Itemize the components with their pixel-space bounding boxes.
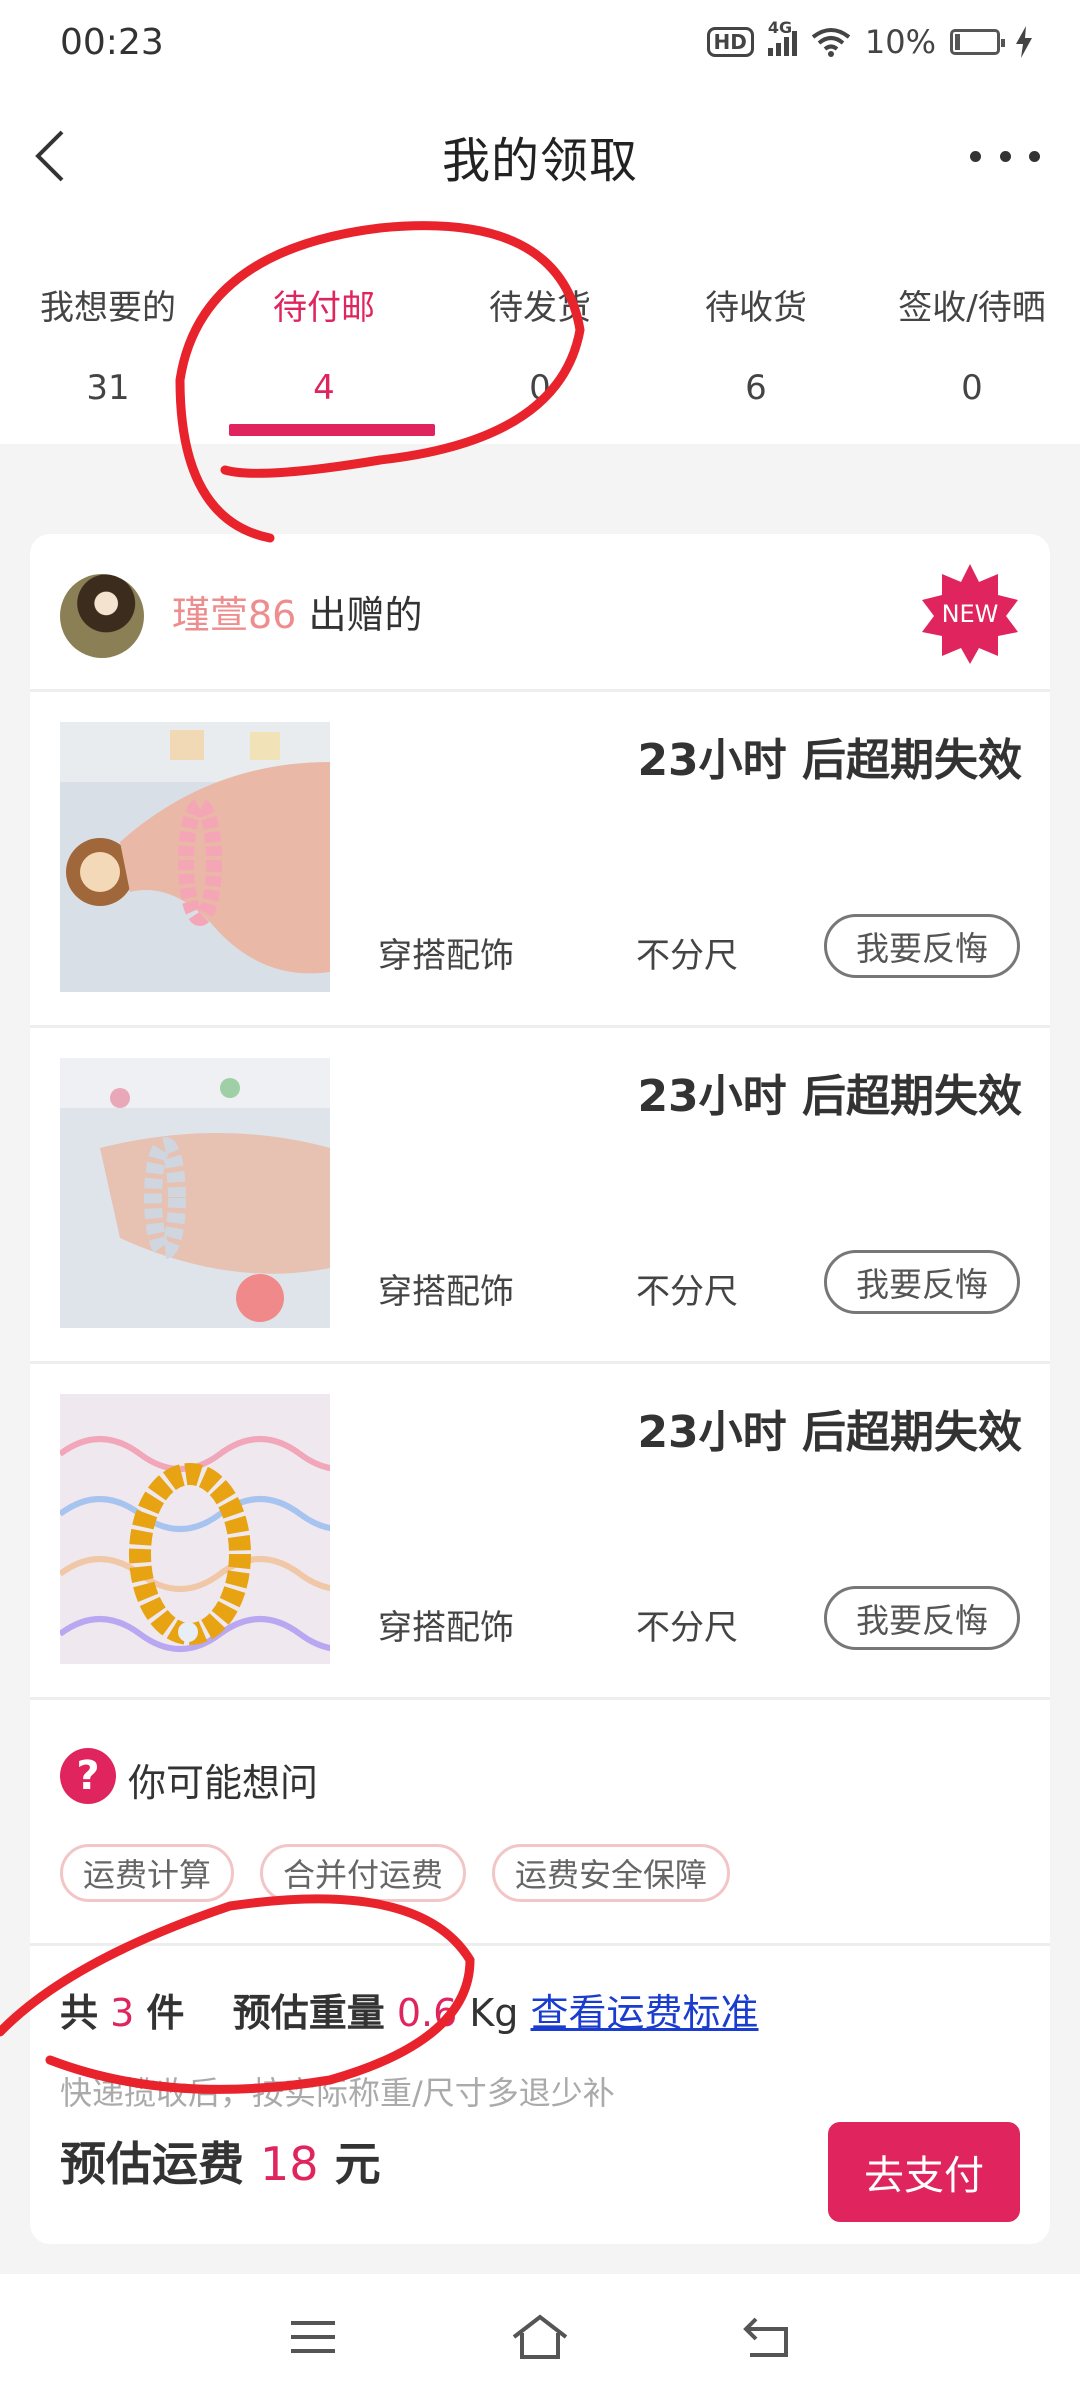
order-card: 瑾萱86 出赠的 NEW 23小时 后超期失效 穿搭配饰 不分尺 我要反悔 23… (30, 534, 1050, 2244)
item-category: 穿搭配饰 (378, 936, 514, 976)
total-count: 3 (110, 1991, 135, 2035)
tab-count: 0 (529, 368, 551, 408)
battery-percent: 10% (864, 23, 936, 61)
new-badge-label: NEW (941, 600, 999, 628)
item-size: 不分尺 (636, 936, 738, 976)
giver-text: 瑾萱86 出赠的 (172, 584, 422, 639)
avatar[interactable] (60, 574, 144, 658)
hd-icon: HD (706, 27, 754, 57)
tab-count: 4 (313, 368, 335, 408)
signal-icon: 4G (767, 18, 797, 56)
tab-count: 31 (86, 368, 130, 408)
item-expiry: 23小时 后超期失效 (637, 735, 1022, 786)
item-category: 穿搭配饰 (378, 1272, 514, 1312)
cancel-claim-button[interactable]: 我要反悔 (824, 1250, 1020, 1314)
home-icon[interactable] (510, 2307, 570, 2367)
tab-pending-receipt[interactable]: 待收货 6 (648, 228, 864, 444)
item-photo[interactable] (60, 1394, 330, 1664)
status-icons: HD 4G 10% (706, 18, 1034, 61)
shipping-summary: 共 3 件 预估重量 0.6 Kg 查看运费标准 快递揽收后，按实际称重/尺寸多… (30, 1946, 1050, 2244)
faq-title: 你可能想问 (128, 1761, 319, 1805)
status-time: 00:23 (60, 21, 164, 63)
shipping-standard-link[interactable]: 查看运费标准 (531, 1991, 759, 2035)
item-expiry: 23小时 后超期失效 (637, 1071, 1022, 1122)
active-tab-indicator (229, 424, 435, 436)
tab-pending-shipment[interactable]: 待发货 0 (432, 228, 648, 444)
more-dots-icon[interactable] (970, 144, 1040, 168)
question-icon: ? (60, 1748, 116, 1804)
network-type: 4G (767, 18, 793, 37)
giver-name[interactable]: 瑾萱86 (172, 593, 296, 637)
pay-button[interactable]: 去支付 (828, 2122, 1020, 2222)
item-photo[interactable] (60, 722, 330, 992)
faq-section: ? 你可能想问 运费计算 合并付运费 运费安全保障 (30, 1710, 1050, 1946)
tab-pending-postage[interactable]: 待付邮 4 (216, 228, 432, 444)
cancel-claim-button[interactable]: 我要反悔 (824, 914, 1020, 978)
summary-line: 共 3 件 预估重量 0.6 Kg 查看运费标准 (60, 1982, 759, 2037)
tab-count: 6 (745, 368, 767, 408)
tab-label: 待发货 (489, 288, 591, 328)
charging-icon (1016, 26, 1032, 58)
list-item[interactable]: 23小时 后超期失效 穿搭配饰 不分尺 我要反悔 (30, 692, 1050, 1028)
total-prefix: 共 (60, 1991, 99, 2035)
item-expiry: 23小时 后超期失效 (637, 1407, 1022, 1458)
tab-label: 待付邮 (273, 288, 375, 328)
summary-note: 快递揽收后，按实际称重/尺寸多退少补 (60, 2074, 615, 2112)
giver-row: 瑾萱86 出赠的 NEW (30, 534, 1050, 692)
faq-chip[interactable]: 运费安全保障 (492, 1844, 731, 1902)
fee-label: 预估运费 (60, 2137, 244, 2191)
fee-value: 18 (260, 2137, 319, 2191)
weight-label: 预估重量 (232, 1991, 385, 2035)
weight-unit: Kg (469, 1991, 519, 2035)
tab-label: 待收货 (705, 288, 807, 328)
faq-chips: 运费计算 合并付运费 运费安全保障 (60, 1844, 731, 1902)
giver-suffix: 出赠的 (296, 593, 423, 637)
item-photo[interactable] (60, 1058, 330, 1328)
fee-unit: 元 (334, 2137, 381, 2191)
faq-chip[interactable]: 运费计算 (60, 1844, 235, 1902)
tab-label: 我想要的 (40, 288, 176, 328)
estimated-fee: 预估运费 18 元 (60, 2128, 381, 2194)
faq-chip[interactable]: 合并付运费 (260, 1844, 467, 1902)
status-bar: 00:23 HD 4G 10% (0, 0, 1080, 84)
item-category: 穿搭配饰 (378, 1608, 514, 1648)
item-size: 不分尺 (636, 1608, 738, 1648)
tab-label: 签收/待晒 (898, 288, 1046, 328)
battery-icon (950, 29, 1005, 55)
total-suffix: 件 (146, 1991, 185, 2035)
back-nav-icon[interactable] (737, 2307, 797, 2367)
item-size: 不分尺 (636, 1272, 738, 1312)
back-arrow-icon[interactable] (28, 124, 88, 188)
page-title: 我的领取 (441, 133, 638, 189)
cancel-claim-button[interactable]: 我要反悔 (824, 1586, 1020, 1650)
list-item[interactable]: 23小时 后超期失效 穿搭配饰 不分尺 我要反悔 (30, 1364, 1050, 1700)
list-item[interactable]: 23小时 后超期失效 穿搭配饰 不分尺 我要反悔 (30, 1028, 1050, 1364)
status-tabs: 我想要的 31 待付邮 4 待发货 0 待收货 6 签收/待晒 0 (0, 228, 1080, 444)
weight-value: 0.6 (396, 1991, 458, 2035)
new-badge: NEW (918, 562, 1022, 666)
nav-bar: 我的领取 (0, 84, 1080, 228)
menu-icon[interactable] (283, 2307, 343, 2367)
wifi-icon (811, 28, 851, 57)
system-nav-bar (0, 2274, 1080, 2400)
tab-count: 0 (961, 368, 983, 408)
tab-wanted[interactable]: 我想要的 31 (0, 228, 216, 444)
tab-signed-review[interactable]: 签收/待晒 0 (864, 228, 1080, 444)
